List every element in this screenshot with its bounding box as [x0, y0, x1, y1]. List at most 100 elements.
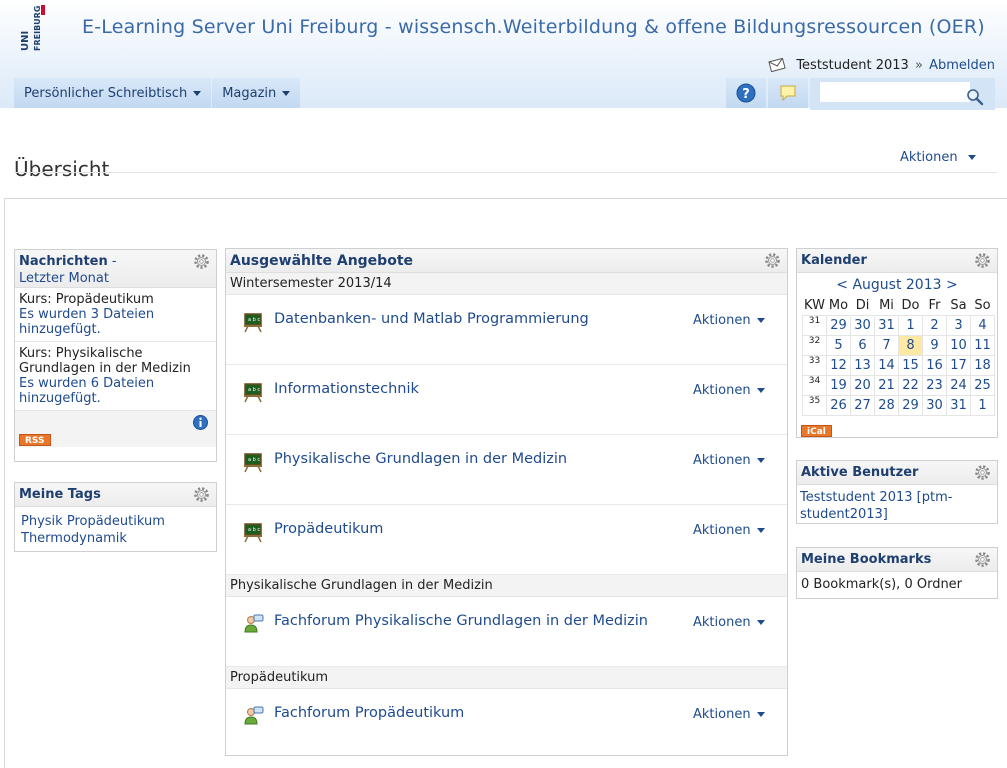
calendar-day[interactable]: 24: [946, 374, 971, 396]
calendar-day[interactable]: 21: [874, 374, 899, 396]
calendar-day-today[interactable]: 8: [898, 334, 923, 356]
calendar-day[interactable]: 9: [922, 334, 947, 356]
search-icon[interactable]: [966, 88, 984, 106]
calendar-nav: < August 2013 >: [797, 277, 997, 295]
svg-text:a b c: a b c: [248, 457, 260, 463]
page-actions-dropdown[interactable]: Aktionen: [900, 150, 976, 165]
group-header: Wintersemester 2013/14: [226, 273, 787, 295]
calendar-day[interactable]: 27: [850, 394, 875, 416]
list-item: a b c Informationstechnik Aktionen: [226, 365, 787, 435]
tag-link[interactable]: Physik: [21, 514, 63, 529]
help-button[interactable]: ?: [726, 78, 766, 108]
calendar-day[interactable]: 5: [826, 334, 851, 356]
course-icon: a b c: [244, 523, 262, 543]
calendar-grid: KW Mo Di Mi Do Fr Sa So 31 29 30 31 1 2 …: [802, 297, 995, 416]
calendar-prev-month[interactable]: <: [836, 277, 848, 293]
calendar-day[interactable]: 30: [922, 394, 947, 416]
calendar-week-number: 31: [802, 314, 827, 336]
calendar-day[interactable]: 17: [946, 354, 971, 376]
search-input[interactable]: [820, 82, 970, 102]
calendar-day[interactable]: 1: [970, 394, 995, 416]
calendar-day[interactable]: 31: [874, 314, 899, 336]
calendar-day[interactable]: 29: [826, 314, 851, 336]
uni-freiburg-logo[interactable]: UNI FREIBURG: [19, 5, 45, 53]
calendar-day[interactable]: 25: [970, 374, 995, 396]
menu-tab-personal-desktop[interactable]: Persönlicher Schreibtisch: [14, 78, 212, 108]
info-icon[interactable]: [193, 415, 208, 430]
calendar-day[interactable]: 23: [922, 374, 947, 396]
search-area: [810, 78, 995, 110]
calendar-block: Kalender < August 2013 > KW Mo Di Mi Do …: [796, 248, 998, 438]
tag-link[interactable]: Propädeutikum: [67, 514, 165, 529]
calendar-next-month[interactable]: >: [946, 277, 958, 293]
gear-icon[interactable]: [764, 252, 781, 269]
item-title-link[interactable]: Fachforum Physikalische Grundlagen in de…: [274, 613, 648, 629]
item-actions-dropdown[interactable]: Aktionen: [693, 707, 765, 722]
news-item-link[interactable]: Es wurden 6 Dateien hinzugefügt.: [19, 376, 154, 406]
item-title-link[interactable]: Physikalische Grundlagen in der Medizin: [274, 451, 567, 467]
calendar-day[interactable]: 26: [826, 394, 851, 416]
gear-icon[interactable]: [974, 252, 991, 269]
item-actions-dropdown[interactable]: Aktionen: [693, 523, 765, 538]
active-users-header: Aktive Benutzer: [797, 461, 997, 485]
list-item: a b c Propädeutikum Aktionen: [226, 505, 787, 575]
item-title-link[interactable]: Informationstechnik: [274, 381, 419, 397]
calendar-day[interactable]: 1: [898, 314, 923, 336]
calendar-day[interactable]: 15: [898, 354, 923, 376]
item-actions-label: Aktionen: [693, 615, 751, 630]
mail-icon[interactable]: [768, 58, 786, 72]
calendar-day[interactable]: 4: [970, 314, 995, 336]
menu-tab-repository[interactable]: Magazin: [212, 78, 301, 108]
calendar-day[interactable]: 3: [946, 314, 971, 336]
item-actions-dropdown[interactable]: Aktionen: [693, 615, 765, 630]
calendar-day-header: Mo: [828, 298, 849, 314]
calendar-day[interactable]: 2: [922, 314, 947, 336]
news-item-course: Kurs: Propädeutikum: [19, 292, 154, 307]
item-title-link[interactable]: Fachforum Propädeutikum: [274, 705, 464, 721]
calendar-day[interactable]: 19: [826, 374, 851, 396]
gear-icon[interactable]: [974, 464, 991, 481]
bookmarks-title: Meine Bookmarks: [801, 552, 932, 567]
chevron-down-icon: [282, 90, 291, 96]
calendar-day[interactable]: 13: [850, 354, 875, 376]
calendar-day[interactable]: 7: [874, 334, 899, 356]
item-actions-label: Aktionen: [693, 523, 751, 538]
item-title-link[interactable]: Propädeutikum: [274, 521, 383, 537]
list-item: a b c Datenbanken- und Matlab Programmie…: [226, 295, 787, 365]
logout-link[interactable]: Abmelden: [929, 58, 995, 73]
news-item-link[interactable]: Es wurden 3 Dateien hinzugefügt.: [19, 307, 154, 337]
active-user-link[interactable]: Teststudent 2013 [ptm-student2013]: [800, 490, 952, 522]
news-block-header: Nachrichten - Letzter Monat: [15, 250, 216, 288]
calendar-day[interactable]: 29: [898, 394, 923, 416]
tag-link[interactable]: Thermodynamik: [21, 531, 127, 546]
calendar-day[interactable]: 14: [874, 354, 899, 376]
gear-icon[interactable]: [974, 551, 991, 568]
calendar-day[interactable]: 6: [850, 334, 875, 356]
course-icon: a b c: [244, 383, 262, 403]
rss-badge[interactable]: RSS: [19, 434, 51, 446]
feedback-button[interactable]: [768, 78, 808, 108]
item-actions-dropdown[interactable]: Aktionen: [693, 453, 765, 468]
news-period-link[interactable]: Letzter Monat: [19, 271, 109, 286]
group-header: Propädeutikum: [226, 667, 787, 689]
calendar-day[interactable]: 12: [826, 354, 851, 376]
calendar-day[interactable]: 16: [922, 354, 947, 376]
gear-icon[interactable]: [193, 253, 210, 270]
item-title-link[interactable]: Datenbanken- und Matlab Programmierung: [274, 311, 589, 327]
calendar-day[interactable]: 28: [874, 394, 899, 416]
chevron-down-icon: [756, 458, 765, 463]
calendar-day[interactable]: 22: [898, 374, 923, 396]
main-menu: Persönlicher Schreibtisch Magazin: [14, 78, 301, 108]
item-actions-dropdown[interactable]: Aktionen: [693, 383, 765, 398]
calendar-day[interactable]: 30: [850, 314, 875, 336]
item-actions-dropdown[interactable]: Aktionen: [693, 313, 765, 328]
calendar-day[interactable]: 18: [970, 354, 995, 376]
ical-badge[interactable]: iCal: [801, 425, 832, 437]
calendar-day[interactable]: 20: [850, 374, 875, 396]
chevron-down-icon: [756, 528, 765, 533]
calendar-day[interactable]: 31: [946, 394, 971, 416]
calendar-day[interactable]: 10: [946, 334, 971, 356]
page-actions-label: Aktionen: [900, 150, 958, 165]
gear-icon[interactable]: [193, 486, 210, 503]
calendar-day[interactable]: 11: [970, 334, 995, 356]
